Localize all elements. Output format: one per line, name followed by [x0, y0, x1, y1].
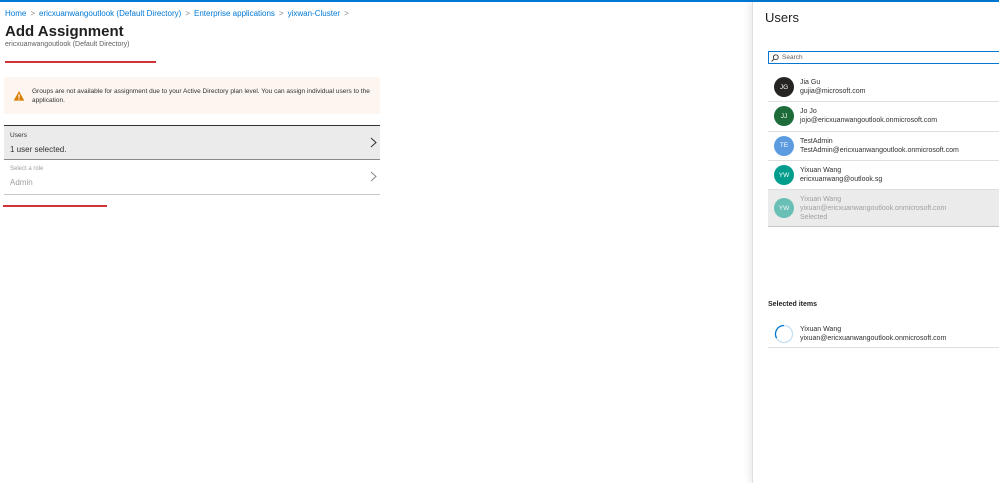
- selected-item-name: Yixuan Wang: [800, 325, 842, 333]
- user-email: ericxuanwang@outlook.sg: [800, 176, 883, 184]
- page-subtitle: ericxuanwangoutlook (Default Directory): [5, 41, 130, 48]
- users-value: 1 user selected.: [10, 145, 67, 154]
- user-list-item[interactable]: JJ Jo Jo jojo@ericxuanwangoutlook.onmicros…: [768, 102, 999, 132]
- avatar: YW: [774, 198, 794, 219]
- user-name: Jia Gu: [800, 79, 821, 87]
- user-list-item[interactable]: YW Yixuan Wang yixuan@ericxuanwangoutlook.…: [768, 190, 999, 228]
- user-email: jojo@ericxuanwangoutlook.onmicrosoft.com: [800, 117, 938, 125]
- user-email: yixuan@ericxuanwangoutlook.onmicrosoft.c…: [800, 204, 947, 212]
- role-value: Admin: [10, 178, 33, 187]
- warning-text: Groups are not available for assignment …: [32, 87, 370, 104]
- breadcrumb-separator: >: [30, 9, 36, 18]
- breadcrumb: Home > ericxuanwangoutlook (Default Direct…: [5, 9, 353, 18]
- user-name: TestAdmin: [800, 137, 833, 145]
- annotation-underline: [3, 205, 107, 207]
- search-input[interactable]: [782, 52, 992, 63]
- role-label: Select a role: [10, 166, 44, 172]
- search-icon: [771, 53, 779, 62]
- breadcrumb-directory[interactable]: ericxuanwangoutlook (Default Directory): [39, 9, 181, 18]
- page-title: Add Assignment: [5, 23, 124, 40]
- user-list-item[interactable]: YW Yixuan Wang ericxuanwang@outlook.sg: [768, 161, 999, 191]
- selected-item-email: yixuan@ericxuanwangoutlook.onmicrosoft.c…: [800, 334, 947, 342]
- user-list: JG Jia Gu gujia@microsoft.com JJ Jo Jo jojo@e…: [768, 73, 999, 228]
- avatar: YW: [774, 165, 794, 186]
- add-assignment-pane: Home > ericxuanwangoutlook (Default Direct…: [0, 2, 752, 483]
- avatar: TE: [774, 135, 794, 156]
- breadcrumb-separator: >: [344, 9, 349, 18]
- user-email: TestAdmin@ericxuanwangoutlook.onmicrosof…: [800, 146, 959, 154]
- user-list-item[interactable]: TE TestAdmin TestAdmin@ericxuanwangoutlook…: [768, 132, 999, 161]
- warning-banner: Groups are not available for assignment …: [4, 77, 380, 114]
- users-picker-panel: Users JG Jia Gugujia@microsoft.com JJ Jo Jo…: [752, 2, 999, 483]
- breadcrumb-separator: >: [278, 9, 284, 18]
- avatar: JJ: [774, 106, 794, 127]
- warning-triangle-icon: [13, 90, 25, 101]
- user-name: Yixuan Wang: [800, 167, 842, 175]
- breadcrumb-home[interactable]: Home: [5, 9, 26, 18]
- chevron-right-icon: [370, 171, 377, 182]
- users-label: Users: [10, 132, 27, 139]
- loading-spinner-icon: [774, 324, 794, 343]
- user-name: Yixuan Wang: [800, 195, 842, 203]
- chevron-right-icon: [370, 137, 377, 148]
- users-selector[interactable]: Users 1 user selected.: [4, 125, 380, 160]
- user-list-item[interactable]: JG Jia Gu gujia@microsoft.com: [768, 73, 999, 103]
- breadcrumb-enterprise-apps[interactable]: Enterprise applications: [194, 9, 275, 18]
- breadcrumb-app[interactable]: yixwan-Cluster: [288, 9, 340, 18]
- annotation-underline: [5, 61, 156, 63]
- user-name: Jo Jo: [800, 108, 817, 116]
- search-box[interactable]: [768, 51, 999, 64]
- selected-items-heading: Selected items: [768, 301, 818, 308]
- selected-item[interactable]: Yixuan Wang yixuan@ericxuanwangoutlook.o…: [768, 320, 999, 348]
- user-status: Selected: [800, 213, 828, 221]
- panel-title: Users: [765, 10, 799, 25]
- user-email: gujia@microsoft.com: [800, 88, 866, 96]
- role-selector[interactable]: Select a role Admin: [4, 160, 380, 195]
- breadcrumb-separator: >: [185, 9, 190, 18]
- avatar: JG: [774, 77, 794, 98]
